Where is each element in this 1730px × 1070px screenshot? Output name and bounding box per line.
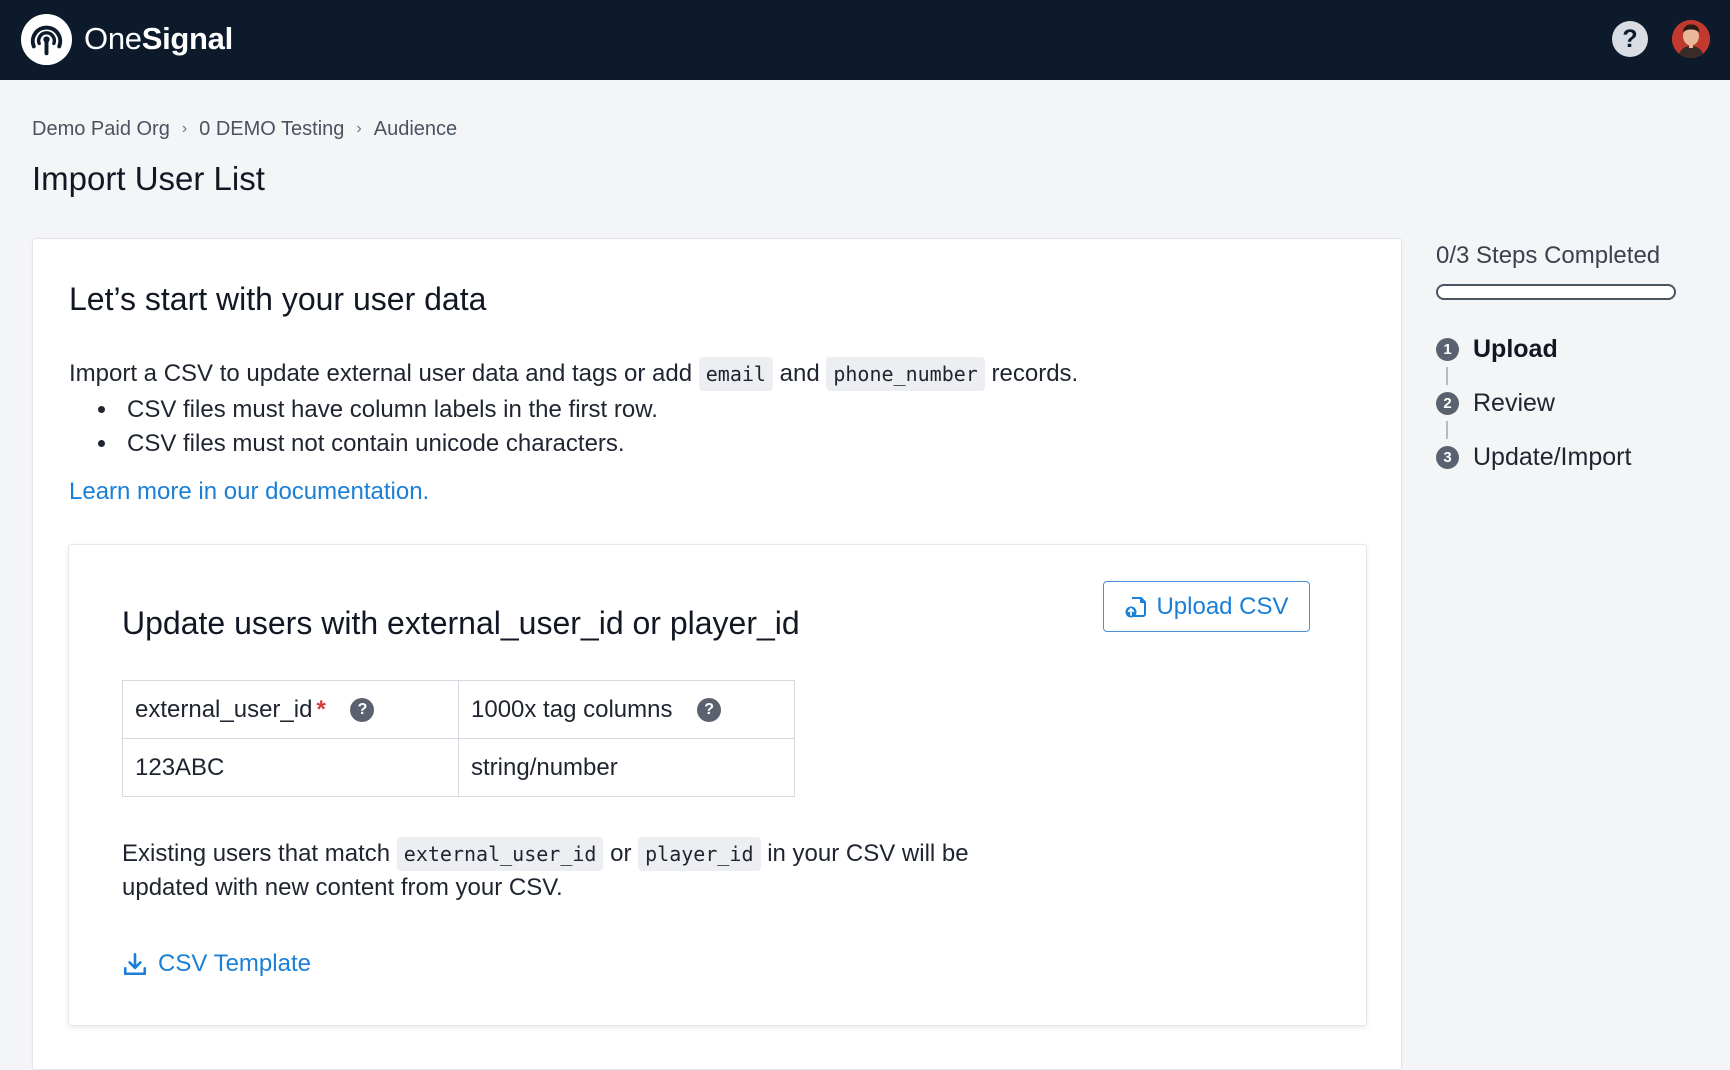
user-avatar[interactable]: [1672, 20, 1710, 58]
onesignal-logo-icon[interactable]: [20, 13, 73, 66]
help-button[interactable]: ?: [1612, 21, 1648, 57]
question-circle-icon[interactable]: ?: [697, 698, 722, 723]
csv-template-link[interactable]: CSV Template: [122, 947, 311, 981]
step-number-badge: 3: [1436, 445, 1459, 469]
existing-users-text: Existing users that match external_user_…: [122, 837, 1042, 905]
update-users-card: Update users with external_user_id or pl…: [68, 544, 1367, 1026]
list-item: CSV files must have column labels in the…: [119, 393, 658, 427]
user-data-card: Let’s start with your user data Import a…: [32, 238, 1402, 1070]
brand-part-one: One: [84, 21, 142, 56]
step-upload: 1 Upload: [1436, 332, 1631, 366]
brand-wordmark[interactable]: OneSignal: [84, 20, 233, 58]
upload-file-icon: [1125, 596, 1147, 617]
intro-text: Import a CSV to update external user dat…: [69, 357, 1078, 391]
breadcrumb-org[interactable]: Demo Paid Org: [32, 116, 170, 142]
intro-text-start: Import a CSV to update external user dat…: [69, 360, 693, 387]
email-code: email: [698, 357, 773, 391]
breadcrumb: Demo Paid Org › 0 DEMO Testing › Audienc…: [32, 116, 457, 142]
chevron-right-icon: ›: [181, 120, 188, 137]
table-row: 123ABC string/number: [122, 738, 795, 797]
step-update-import: 3 Update/Import: [1436, 440, 1631, 474]
table-header-cell: 1000x tag columns ?: [458, 680, 795, 739]
list-item: CSV files must not contain unicode chara…: [119, 427, 658, 461]
steps-completed-text: 0/3 Steps Completed: [1436, 242, 1661, 269]
steps-list: 1 Upload 2 Review 3 Update/Import: [1436, 332, 1631, 474]
top-navigation-bar: OneSignal ?: [0, 0, 1730, 80]
csv-format-table: external_user_id * ? 1000x tag columns ? …: [122, 680, 795, 797]
external-user-id-code: external_user_id: [396, 837, 604, 871]
card-heading: Let’s start with your user data: [69, 281, 487, 317]
intro-text-and: and: [779, 360, 820, 387]
breadcrumb-app[interactable]: 0 DEMO Testing: [199, 116, 344, 142]
player-id-code: player_id: [638, 837, 761, 871]
step-connector: [1446, 421, 1448, 439]
page-title: Import User List: [32, 160, 265, 197]
question-circle-icon[interactable]: ?: [350, 698, 375, 723]
upload-csv-label: Upload CSV: [1156, 592, 1289, 620]
existing-text-start: Existing users that match: [122, 840, 391, 867]
table-header-cell: external_user_id * ?: [122, 680, 459, 739]
documentation-link[interactable]: Learn more in our documentation.: [69, 475, 429, 509]
avatar-portrait-icon: [1672, 20, 1710, 58]
step-label: Update/Import: [1473, 442, 1632, 471]
table-row: external_user_id * ? 1000x tag columns ?: [122, 680, 795, 739]
update-users-heading: Update users with external_user_id or pl…: [122, 605, 800, 641]
tag-columns-label: 1000x tag columns: [471, 695, 673, 723]
required-marker: *: [316, 695, 326, 723]
step-number-badge: 1: [1436, 337, 1459, 361]
step-connector: [1446, 367, 1448, 385]
existing-text-or: or: [610, 840, 632, 867]
step-label: Upload: [1473, 334, 1558, 363]
external-user-id-label: external_user_id: [135, 695, 313, 723]
table-cell: 123ABC: [122, 738, 459, 797]
intro-text-end: records.: [991, 360, 1079, 387]
csv-requirements-list: CSV files must have column labels in the…: [93, 393, 658, 461]
steps-progress-bar: [1436, 284, 1676, 300]
step-review: 2 Review: [1436, 386, 1631, 420]
breadcrumb-audience[interactable]: Audience: [374, 116, 457, 142]
step-label: Review: [1473, 388, 1555, 417]
phone-number-code: phone_number: [826, 357, 985, 391]
table-cell: string/number: [458, 738, 795, 797]
brand-part-two: Signal: [141, 21, 234, 56]
csv-template-label: CSV Template: [158, 950, 311, 977]
upload-csv-button[interactable]: Upload CSV: [1103, 581, 1310, 632]
chevron-right-icon: ›: [356, 120, 362, 137]
download-icon: [123, 952, 147, 976]
step-number-badge: 2: [1436, 391, 1459, 415]
